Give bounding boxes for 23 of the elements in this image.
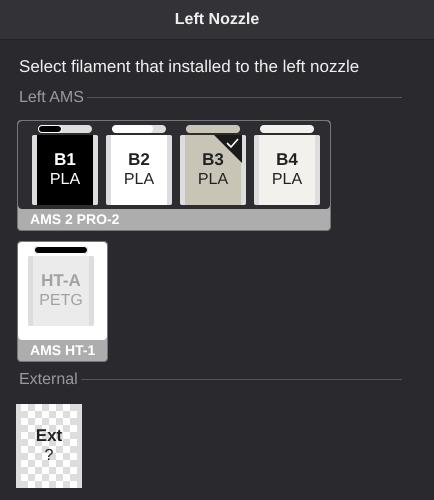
- section-label: Left AMS: [19, 88, 84, 108]
- external-slot[interactable]: Ext ?: [16, 404, 82, 488]
- filament-slot[interactable]: B3 PLA: [180, 134, 246, 204]
- filament-slot[interactable]: B1 PLA: [32, 134, 98, 204]
- slot-material: PETG: [39, 290, 83, 310]
- filament-slot[interactable]: B2 PLA: [106, 134, 172, 204]
- slot-id: Ext: [36, 426, 62, 446]
- ams-name: AMS HT-1: [29, 340, 96, 360]
- dialog-title: Left Nozzle: [174, 10, 260, 30]
- section-label: External: [19, 370, 78, 390]
- slot-material: ?: [44, 446, 54, 466]
- slot-id: B1: [54, 150, 76, 170]
- slot-id: B4: [276, 150, 298, 170]
- filament-slot[interactable]: B4 PLA: [254, 134, 320, 204]
- instruction-text: Select filament that installed to the left nozzle: [19, 56, 360, 78]
- slot-material: PLA: [124, 170, 154, 190]
- slot-material: PLA: [198, 170, 228, 190]
- slot-id: B3: [202, 150, 224, 170]
- ams-name: AMS 2 PRO-2: [29, 210, 120, 228]
- slot-material: PLA: [50, 170, 80, 190]
- slot-id: HT-A: [41, 270, 81, 290]
- slot-id: B2: [128, 150, 150, 170]
- slot-material: PLA: [272, 170, 302, 190]
